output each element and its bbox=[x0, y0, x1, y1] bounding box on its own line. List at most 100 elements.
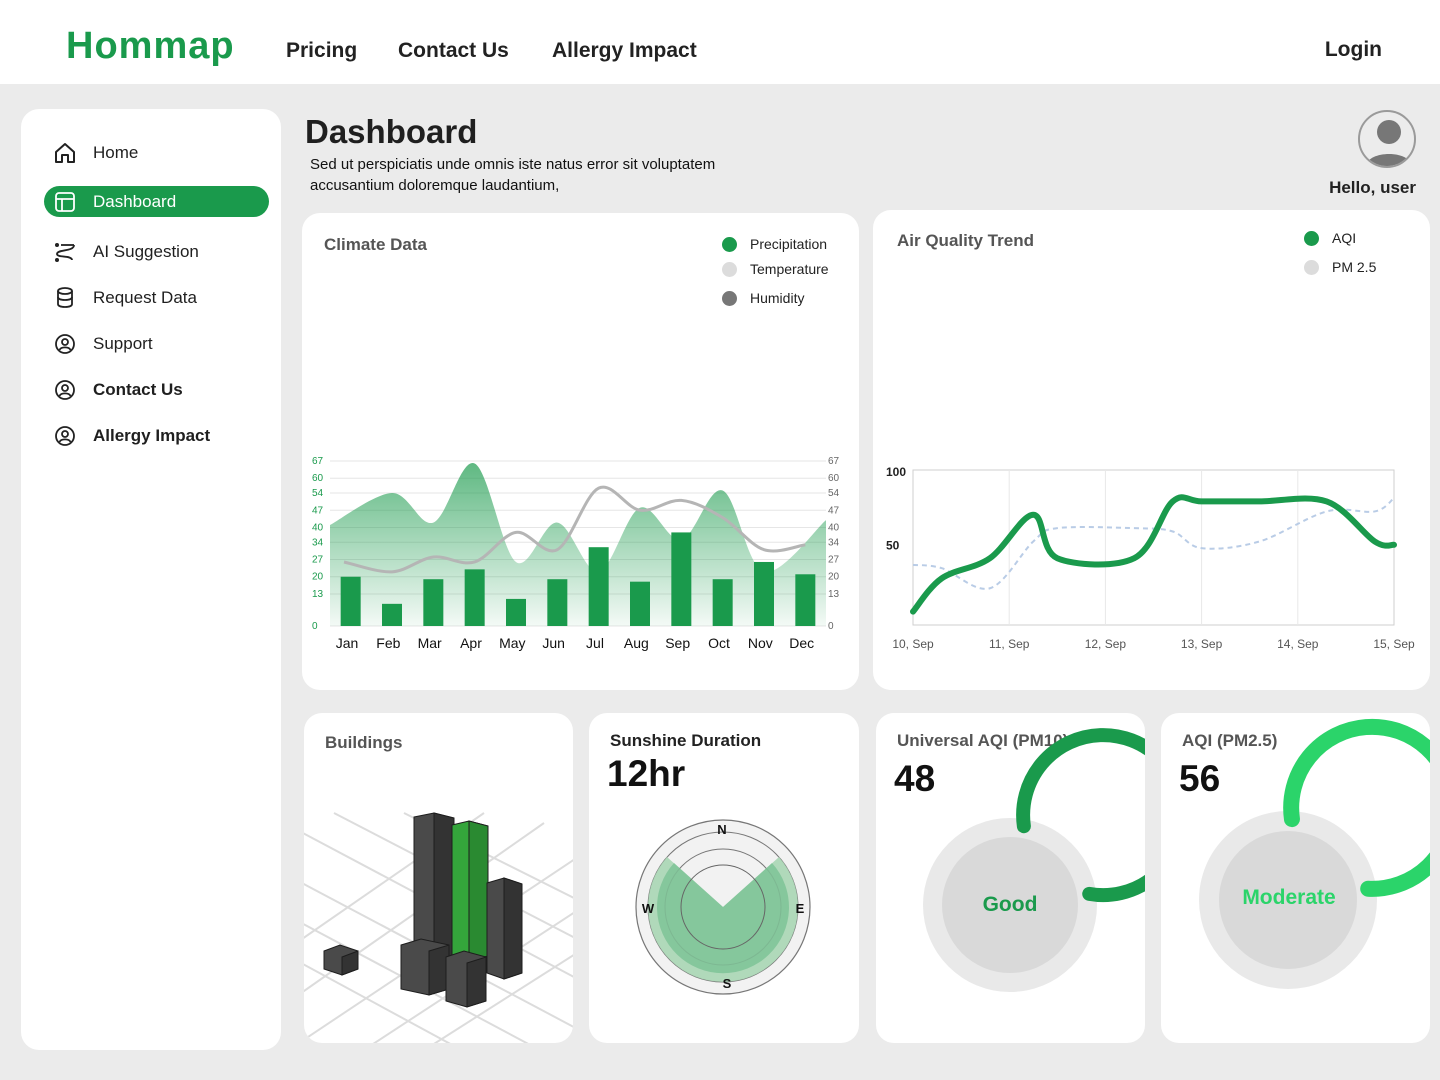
avatar[interactable] bbox=[1358, 110, 1416, 168]
allergy-icon bbox=[53, 424, 77, 448]
precipitation-bar bbox=[340, 576, 361, 626]
y-tick-right: 13 bbox=[828, 589, 840, 600]
x-tick-label: Jan bbox=[336, 635, 359, 651]
aqi-pm10-gauge bbox=[923, 728, 1145, 992]
sidebar-item-label: Allergy Impact bbox=[93, 425, 211, 445]
x-tick-label: 14, Sep bbox=[1277, 637, 1319, 651]
precipitation-bar bbox=[588, 547, 609, 626]
x-tick-label: Apr bbox=[460, 635, 482, 651]
sidebar-item-dashboard[interactable]: Dashboard bbox=[44, 186, 269, 217]
x-tick-label: Jul bbox=[586, 635, 604, 651]
plot-frame bbox=[912, 469, 1395, 626]
x-tick-label: Dec bbox=[789, 635, 814, 651]
precipitation-bar bbox=[506, 598, 526, 626]
compass-south: S bbox=[723, 976, 732, 991]
y-tick-right: 0 bbox=[828, 621, 834, 632]
sidebar-item-request-data[interactable]: Request Data bbox=[44, 282, 269, 313]
dashboard-icon bbox=[53, 190, 77, 214]
aqi-pm10-status: Good bbox=[982, 893, 1038, 916]
y-tick-right: 27 bbox=[828, 555, 840, 566]
x-tick-label: 12, Sep bbox=[1085, 637, 1127, 651]
precipitation-bar bbox=[464, 569, 485, 626]
y-tick-left: 40 bbox=[312, 522, 324, 533]
login-button[interactable]: Login bbox=[1325, 38, 1382, 62]
y-tick-right: 40 bbox=[828, 522, 840, 533]
buildings-card: Buildings bbox=[304, 713, 573, 1043]
compass-north: N bbox=[717, 822, 726, 837]
precipitation-bar bbox=[382, 603, 402, 626]
aqi-pm25-card: AQI (PM2.5) 56 Moderate bbox=[1161, 713, 1430, 1043]
aqi-line bbox=[910, 494, 1397, 615]
sidebar-item-home[interactable]: Home bbox=[44, 137, 269, 168]
x-tick-label: 10, Sep bbox=[892, 637, 934, 651]
x-tick-label: 13, Sep bbox=[1181, 637, 1223, 651]
sidebar-item-support[interactable]: Support bbox=[44, 328, 269, 359]
x-tick-label: Nov bbox=[748, 635, 773, 651]
x-tick-label: Sep bbox=[665, 635, 690, 651]
y-tick-right: 34 bbox=[828, 537, 840, 548]
sunshine-radar: N E S W bbox=[635, 819, 811, 995]
aqi-pm25-gauge bbox=[1199, 718, 1430, 989]
sidebar-item-allergy-impact[interactable]: Allergy Impact bbox=[44, 420, 269, 451]
x-tick-label: 15, Sep bbox=[1373, 637, 1415, 651]
sidebar: Home Dashboard AI Suggestion Request Dat… bbox=[21, 109, 281, 1050]
y-tick-left: 47 bbox=[312, 505, 324, 516]
y-tick-label: 100 bbox=[886, 465, 906, 479]
nav-link-pricing[interactable]: Pricing bbox=[286, 39, 357, 63]
database-icon bbox=[53, 286, 77, 310]
y-tick-right: 60 bbox=[828, 473, 840, 484]
y-tick-right: 47 bbox=[828, 505, 840, 516]
compass-west: W bbox=[642, 901, 655, 916]
precipitation-bar bbox=[754, 561, 774, 626]
pm25-line bbox=[912, 497, 1395, 590]
sidebar-item-label: AI Suggestion bbox=[93, 241, 199, 261]
air-quality-card: Air Quality Trend AQI PM 2.5 50 100 10, Se… bbox=[873, 210, 1430, 690]
user-greeting: Hello, user bbox=[1329, 178, 1416, 197]
x-tick-label: Mar bbox=[418, 635, 442, 651]
precipitation-bar bbox=[630, 581, 650, 626]
precipitation-bar bbox=[671, 532, 692, 626]
brand-logo[interactable]: Hommap bbox=[66, 26, 235, 66]
sunshine-card: Sunshine Duration 12hr N E S W bbox=[589, 713, 859, 1043]
precipitation-bar bbox=[712, 579, 733, 626]
y-tick-left: 13 bbox=[312, 589, 324, 600]
climate-chart: 0 0 13 13 20 20 27 27 34 34 40 40 47 47 54 54 60 60 67 67 Ja… bbox=[312, 456, 840, 651]
y-tick-right: 54 bbox=[828, 488, 840, 499]
y-tick-right: 67 bbox=[828, 456, 840, 467]
ai-route-icon bbox=[53, 240, 77, 264]
nav-link-contact-us[interactable]: Contact Us bbox=[398, 39, 509, 63]
y-tick-right: 20 bbox=[828, 572, 840, 583]
compass-east: E bbox=[796, 901, 805, 916]
y-tick-left: 67 bbox=[312, 456, 324, 467]
sidebar-item-label: Support bbox=[93, 333, 153, 353]
y-tick-left: 34 bbox=[312, 537, 324, 548]
sidebar-item-label: Request Data bbox=[93, 287, 197, 307]
page-subtitle: Sed ut perspiciatis unde omnis iste natu… bbox=[310, 156, 716, 194]
sidebar-item-label: Home bbox=[93, 142, 139, 162]
aqi-pm25-status: Moderate bbox=[1242, 886, 1336, 909]
precipitation-bar bbox=[423, 579, 444, 626]
support-icon bbox=[53, 332, 77, 356]
sidebar-item-label: Dashboard bbox=[93, 191, 177, 211]
humidity-area bbox=[330, 462, 826, 626]
contact-icon bbox=[53, 378, 77, 402]
top-navbar: Hommap Pricing Contact Us Allergy Impact… bbox=[0, 0, 1440, 84]
y-tick-label: 50 bbox=[886, 539, 900, 553]
page-title: Dashboard bbox=[305, 113, 478, 150]
air-quality-chart: 50 100 10, Sep 11, Sep 12, Sep 13, Sep 14, Sep… bbox=[886, 465, 1415, 651]
user-icon bbox=[1366, 120, 1412, 166]
sidebar-item-ai-suggestion[interactable]: AI Suggestion bbox=[44, 236, 269, 267]
aqi-pm10-card: Universal AQI (PM10) 48 Good bbox=[876, 713, 1145, 1043]
y-tick-left: 0 bbox=[312, 621, 318, 632]
x-tick-label: 11, Sep bbox=[989, 637, 1030, 651]
nav-link-allergy-impact[interactable]: Allergy Impact bbox=[552, 39, 697, 63]
precipitation-bar bbox=[795, 574, 816, 626]
x-tick-label: May bbox=[499, 635, 525, 651]
buildings-3d-illustration bbox=[304, 812, 573, 1043]
x-tick-label: Jun bbox=[542, 635, 565, 651]
sidebar-item-contact-us[interactable]: Contact Us bbox=[44, 374, 269, 405]
x-tick-label: Oct bbox=[708, 635, 730, 651]
sidebar-item-label: Contact Us bbox=[93, 379, 183, 399]
precipitation-bar bbox=[547, 579, 568, 626]
x-tick-label: Feb bbox=[376, 635, 400, 651]
